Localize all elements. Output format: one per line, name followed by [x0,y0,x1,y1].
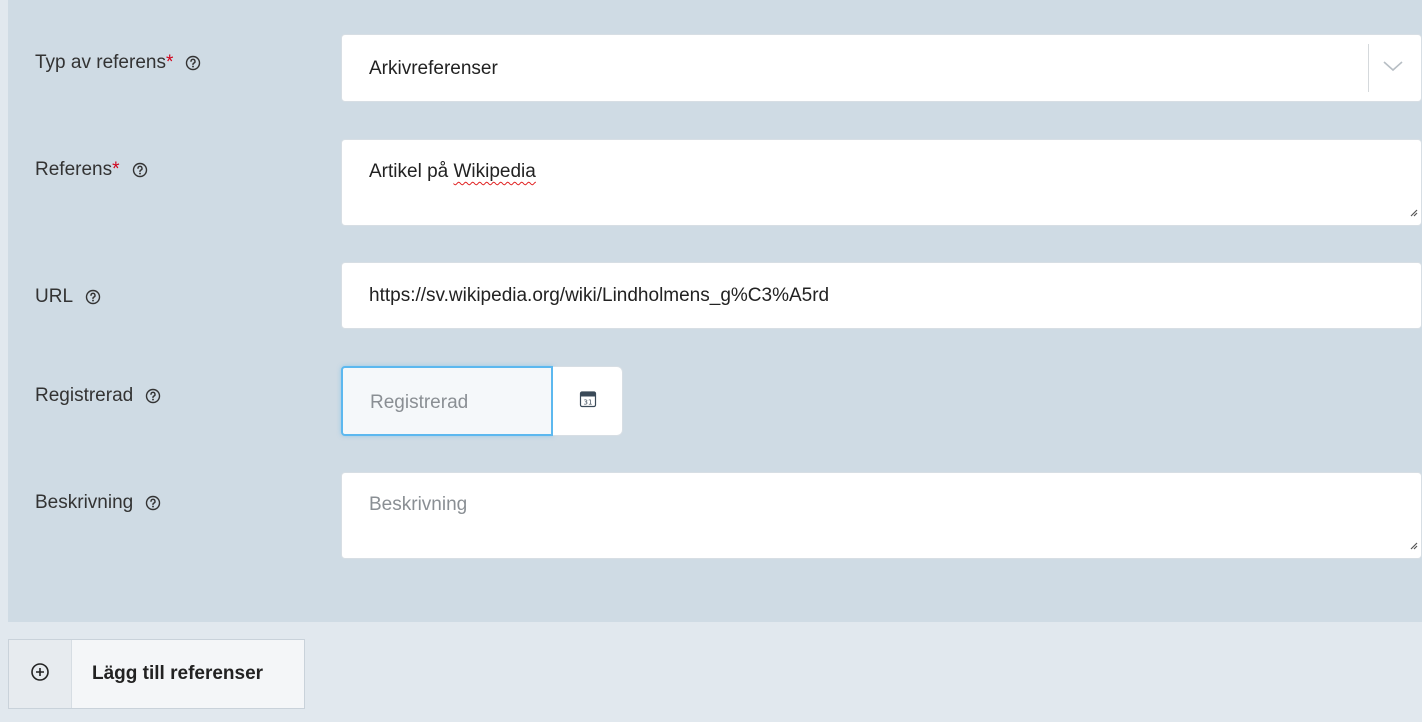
description-placeholder: Beskrivning [369,494,468,515]
registered-label-text: Registrerad [35,385,134,406]
reference-value: Artikel på Wikipedia [369,161,536,183]
help-icon[interactable] [145,495,161,511]
resize-handle-icon[interactable] [1408,537,1418,555]
reference-label-text: Referens [35,159,113,180]
reference-type-label: Typ av referens * [35,52,201,74]
reference-label: Referens * [35,159,148,181]
help-icon[interactable] [132,162,148,178]
help-icon[interactable] [185,55,201,71]
description-label: Beskrivning [35,492,161,514]
reference-type-select[interactable]: Arkivreferenser [341,34,1422,102]
description-label-text: Beskrivning [35,492,134,513]
url-label-text: URL [35,286,74,307]
reference-type-label-text: Typ av referens [35,52,166,73]
plus-circle-icon [30,662,50,687]
reference-type-value: Arkivreferenser [369,58,498,79]
registered-date-input[interactable]: Registrerad [341,366,553,436]
add-references-label: Lägg till referenser [92,663,264,684]
reference-form-panel: Typ av referens * Arkivreferenser Referen… [8,0,1422,622]
reference-value-prefix: Artikel på [369,161,454,182]
resize-handle-icon[interactable] [1408,204,1418,222]
description-textarea[interactable]: Beskrivning [341,472,1422,559]
url-input[interactable]: https://sv.wikipedia.org/wiki/Lindholmen… [341,262,1422,329]
required-mark: * [112,159,120,180]
help-icon[interactable] [145,388,161,404]
calendar-button[interactable]: 31 [553,366,623,436]
reference-type-row: Typ av referens * Arkivreferenser [8,0,1422,102]
calendar-day-text: 31 [583,398,592,406]
reference-value-misspelled-word: Wikipedia [453,161,536,182]
add-icon-container [9,640,72,708]
url-label: URL [35,286,101,308]
help-icon[interactable] [85,289,101,305]
add-references-button[interactable]: Lägg till referenser [8,639,305,709]
calendar-icon: 31 [579,390,597,413]
registered-placeholder: Registrerad [370,392,469,413]
registered-label: Registrerad [35,385,161,407]
select-divider [1368,44,1369,92]
chevron-down-icon[interactable] [1382,59,1404,78]
required-mark: * [165,52,174,73]
url-value: https://sv.wikipedia.org/wiki/Lindholmen… [369,285,830,306]
reference-textarea[interactable]: Artikel på Wikipedia [341,139,1422,226]
